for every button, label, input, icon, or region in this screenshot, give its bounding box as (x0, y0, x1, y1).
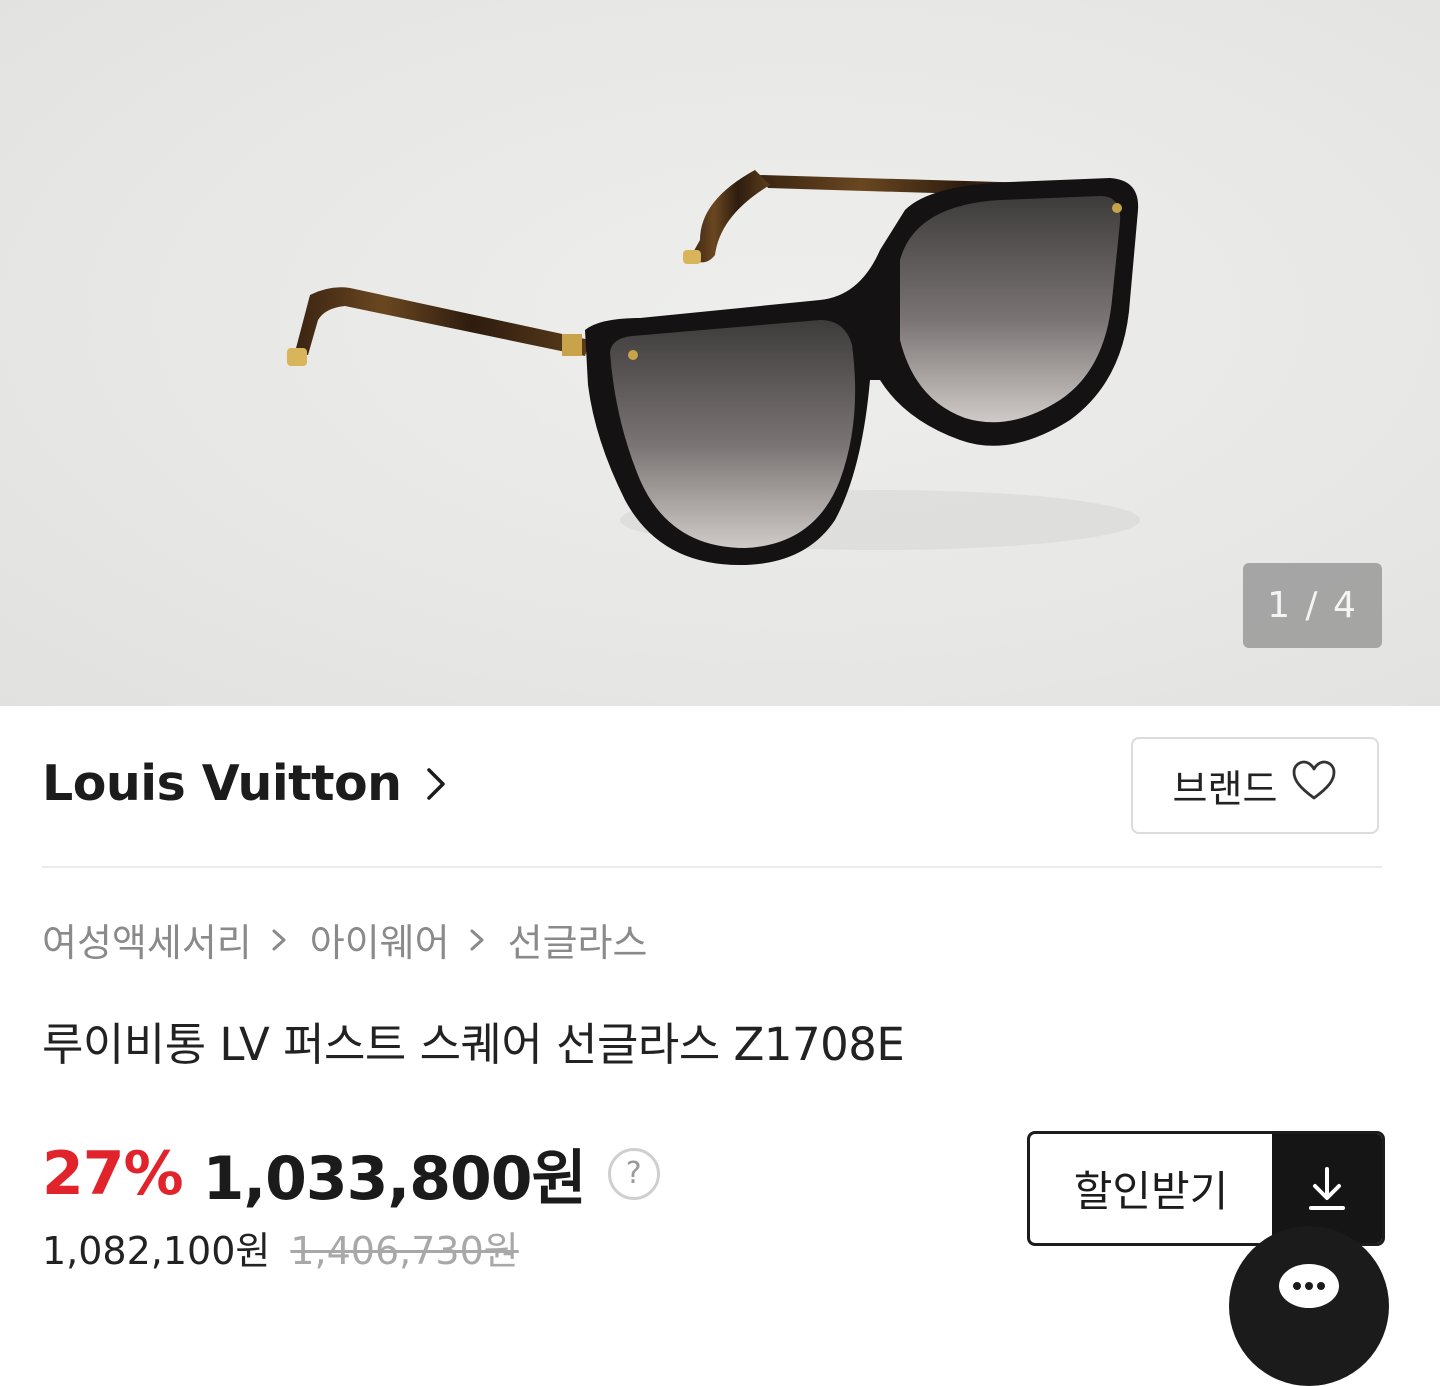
brand-follow-button[interactable]: 브랜드 (1131, 737, 1379, 834)
image-counter: 1 / 4 (1243, 563, 1382, 648)
divider (42, 866, 1382, 868)
product-image-gallery[interactable]: 1 / 4 (0, 0, 1440, 706)
original-price: 1,406,730원 (290, 1229, 519, 1273)
sub-price-row: 1,082,100원 1,406,730원 (42, 1220, 519, 1275)
sale-price: 1,033,800원 (202, 1144, 587, 1214)
question-icon[interactable]: ? (607, 1147, 660, 1200)
discount-rate: 27% (42, 1138, 184, 1209)
breadcrumb-item-eyewear[interactable]: 아이웨어 (310, 912, 450, 967)
brand-link[interactable]: Louis Vuitton (42, 755, 454, 812)
brand-name: Louis Vuitton (42, 755, 402, 812)
breadcrumb-item-sunglasses[interactable]: 선글라스 (508, 912, 648, 967)
chat-icon (1271, 1258, 1347, 1312)
breadcrumb-item-women-accessories[interactable]: 여성액세서리 (42, 912, 252, 967)
product-image (287, 170, 1140, 565)
price-row: 27% 1,033,800원 ? (42, 1130, 660, 1217)
heart-icon (1291, 760, 1337, 811)
product-title: 루이비통 LV 퍼스트 스퀘어 선글라스 Z1708E (42, 1018, 905, 1071)
member-price: 1,082,100원 (42, 1229, 271, 1273)
chat-button[interactable] (1229, 1226, 1389, 1386)
chevron-right-icon (424, 764, 454, 804)
download-icon (1272, 1134, 1382, 1243)
coupon-label: 할인받기 (1073, 1167, 1229, 1216)
chevron-right-icon (270, 925, 292, 955)
brand-follow-label: 브랜드 (1172, 767, 1278, 811)
breadcrumb: 여성액세서리 아이웨어 선글라스 (42, 912, 647, 967)
chevron-right-icon (468, 925, 490, 955)
